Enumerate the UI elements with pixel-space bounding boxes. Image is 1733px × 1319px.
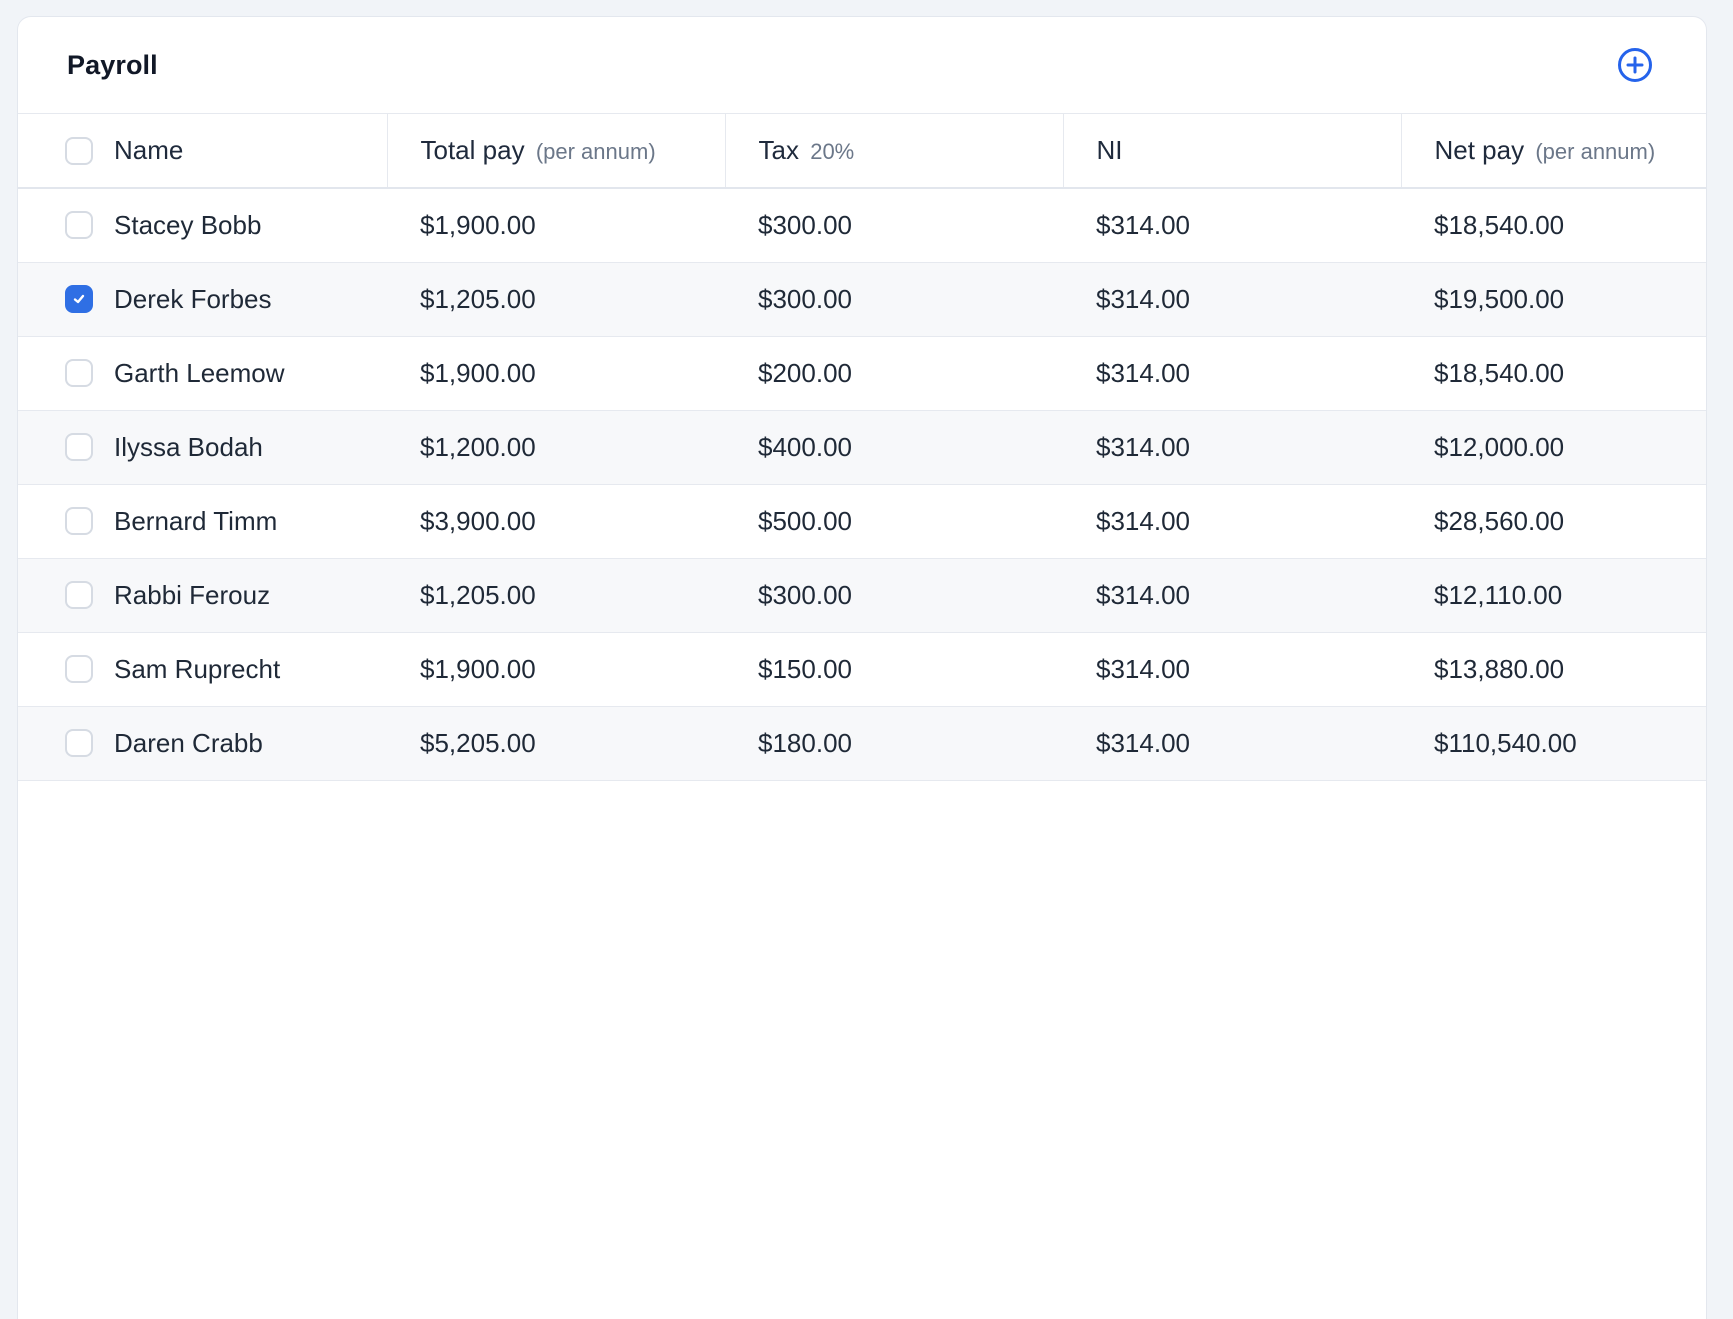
column-sublabel: 20% bbox=[810, 139, 855, 164]
table-row[interactable]: Derek Forbes $1,205.00 $300.00 $314.00 $… bbox=[18, 262, 1706, 337]
cell-name: Derek Forbes bbox=[18, 262, 387, 337]
cell-net-pay: $12,110.00 bbox=[1401, 558, 1706, 633]
cell-total-pay: $5,205.00 bbox=[387, 706, 725, 781]
cell-total-pay: $1,205.00 bbox=[387, 262, 725, 337]
cell-tax: $400.00 bbox=[725, 410, 1063, 485]
column-sublabel: (per annum) bbox=[1535, 139, 1656, 164]
cell-total-pay: $1,900.00 bbox=[387, 188, 725, 263]
page-title: Payroll bbox=[67, 49, 158, 80]
cell-name: Stacey Bobb bbox=[18, 188, 387, 263]
cell-ni: $314.00 bbox=[1063, 336, 1401, 411]
row-checkbox[interactable] bbox=[65, 433, 93, 461]
cell-tax: $180.00 bbox=[725, 706, 1063, 781]
table-body: Stacey Bobb $1,900.00 $300.00 $314.00 $1… bbox=[18, 188, 1706, 781]
employee-name: Stacey Bobb bbox=[114, 209, 262, 240]
cell-net-pay: $13,880.00 bbox=[1401, 632, 1706, 707]
column-header-name: Name bbox=[18, 114, 388, 189]
table-row[interactable]: Bernard Timm $3,900.00 $500.00 $314.00 $… bbox=[18, 484, 1706, 559]
cell-net-pay: $19,500.00 bbox=[1401, 262, 1706, 337]
table-header: Name Total pay (per annum) Tax 20% NI Ne… bbox=[18, 114, 1706, 189]
cell-ni: $314.00 bbox=[1063, 484, 1401, 559]
cell-ni: $314.00 bbox=[1063, 558, 1401, 633]
row-checkbox[interactable] bbox=[65, 655, 93, 683]
column-label: Name bbox=[114, 135, 184, 165]
payroll-card: Payroll Name Total pay (per annum) Tax 2… bbox=[17, 16, 1707, 1319]
employee-name: Ilyssa Bodah bbox=[114, 431, 263, 462]
header-row: Name Total pay (per annum) Tax 20% NI Ne… bbox=[18, 114, 1706, 189]
row-checkbox[interactable] bbox=[65, 507, 93, 535]
table-row[interactable]: Stacey Bobb $1,900.00 $300.00 $314.00 $1… bbox=[18, 188, 1706, 263]
cell-name: Sam Ruprecht bbox=[18, 632, 387, 707]
cell-total-pay: $1,900.00 bbox=[387, 336, 725, 411]
cell-tax: $300.00 bbox=[725, 188, 1063, 263]
employee-name: Daren Crabb bbox=[114, 727, 263, 758]
cell-name: Bernard Timm bbox=[18, 484, 387, 559]
cell-ni: $314.00 bbox=[1063, 632, 1401, 707]
employee-name: Derek Forbes bbox=[114, 283, 272, 314]
cell-total-pay: $3,900.00 bbox=[387, 484, 725, 559]
cell-net-pay: $18,540.00 bbox=[1401, 336, 1706, 411]
cell-name: Rabbi Ferouz bbox=[18, 558, 387, 633]
employee-name: Garth Leemow bbox=[114, 357, 285, 388]
cell-ni: $314.00 bbox=[1063, 262, 1401, 337]
employee-name: Rabbi Ferouz bbox=[114, 579, 271, 610]
row-checkbox[interactable] bbox=[65, 285, 93, 313]
add-employee-button[interactable] bbox=[1618, 48, 1652, 82]
cell-ni: $314.00 bbox=[1063, 706, 1401, 781]
cell-name: Ilyssa Bodah bbox=[18, 410, 387, 485]
cell-net-pay: $12,000.00 bbox=[1401, 410, 1706, 485]
column-label: Net pay bbox=[1434, 135, 1525, 165]
column-label: Tax bbox=[758, 135, 799, 165]
column-label: Total pay bbox=[420, 135, 525, 165]
select-all-checkbox[interactable] bbox=[65, 136, 93, 165]
cell-net-pay: $28,560.00 bbox=[1401, 484, 1706, 559]
payroll-table: Name Total pay (per annum) Tax 20% NI Ne… bbox=[18, 114, 1706, 781]
table-row[interactable]: Garth Leemow $1,900.00 $200.00 $314.00 $… bbox=[18, 336, 1706, 411]
row-checkbox[interactable] bbox=[65, 729, 93, 757]
column-header-total-pay: Total pay (per annum) bbox=[387, 114, 726, 189]
column-header-net-pay: Net pay (per annum) bbox=[1401, 114, 1706, 189]
column-sublabel: (per annum) bbox=[535, 139, 656, 164]
row-checkbox[interactable] bbox=[65, 359, 93, 387]
cell-tax: $300.00 bbox=[725, 558, 1063, 633]
table-row[interactable]: Sam Ruprecht $1,900.00 $150.00 $314.00 $… bbox=[18, 632, 1706, 707]
cell-net-pay: $18,540.00 bbox=[1401, 188, 1706, 263]
column-label: NI bbox=[1096, 135, 1123, 165]
column-header-tax: Tax 20% bbox=[725, 114, 1064, 189]
column-header-ni: NI bbox=[1063, 114, 1402, 189]
cell-net-pay: $110,540.00 bbox=[1401, 706, 1706, 781]
card-header: Payroll bbox=[18, 17, 1706, 114]
table-row[interactable]: Rabbi Ferouz $1,205.00 $300.00 $314.00 $… bbox=[18, 558, 1706, 633]
cell-ni: $314.00 bbox=[1063, 188, 1401, 263]
cell-tax: $300.00 bbox=[725, 262, 1063, 337]
table-row[interactable]: Ilyssa Bodah $1,200.00 $400.00 $314.00 $… bbox=[18, 410, 1706, 485]
cell-ni: $314.00 bbox=[1063, 410, 1401, 485]
cell-tax: $500.00 bbox=[725, 484, 1063, 559]
cell-total-pay: $1,205.00 bbox=[387, 558, 725, 633]
plus-circle-icon bbox=[1626, 56, 1644, 74]
cell-name: Daren Crabb bbox=[18, 706, 387, 781]
table-row[interactable]: Daren Crabb $5,205.00 $180.00 $314.00 $1… bbox=[18, 706, 1706, 781]
employee-name: Bernard Timm bbox=[114, 505, 278, 536]
employee-name: Sam Ruprecht bbox=[114, 653, 281, 684]
cell-tax: $150.00 bbox=[725, 632, 1063, 707]
cell-total-pay: $1,900.00 bbox=[387, 632, 725, 707]
cell-name: Garth Leemow bbox=[18, 336, 387, 411]
cell-tax: $200.00 bbox=[725, 336, 1063, 411]
row-checkbox[interactable] bbox=[65, 581, 93, 609]
cell-total-pay: $1,200.00 bbox=[387, 410, 725, 485]
checkmark-icon bbox=[73, 294, 85, 304]
row-checkbox[interactable] bbox=[65, 211, 93, 240]
